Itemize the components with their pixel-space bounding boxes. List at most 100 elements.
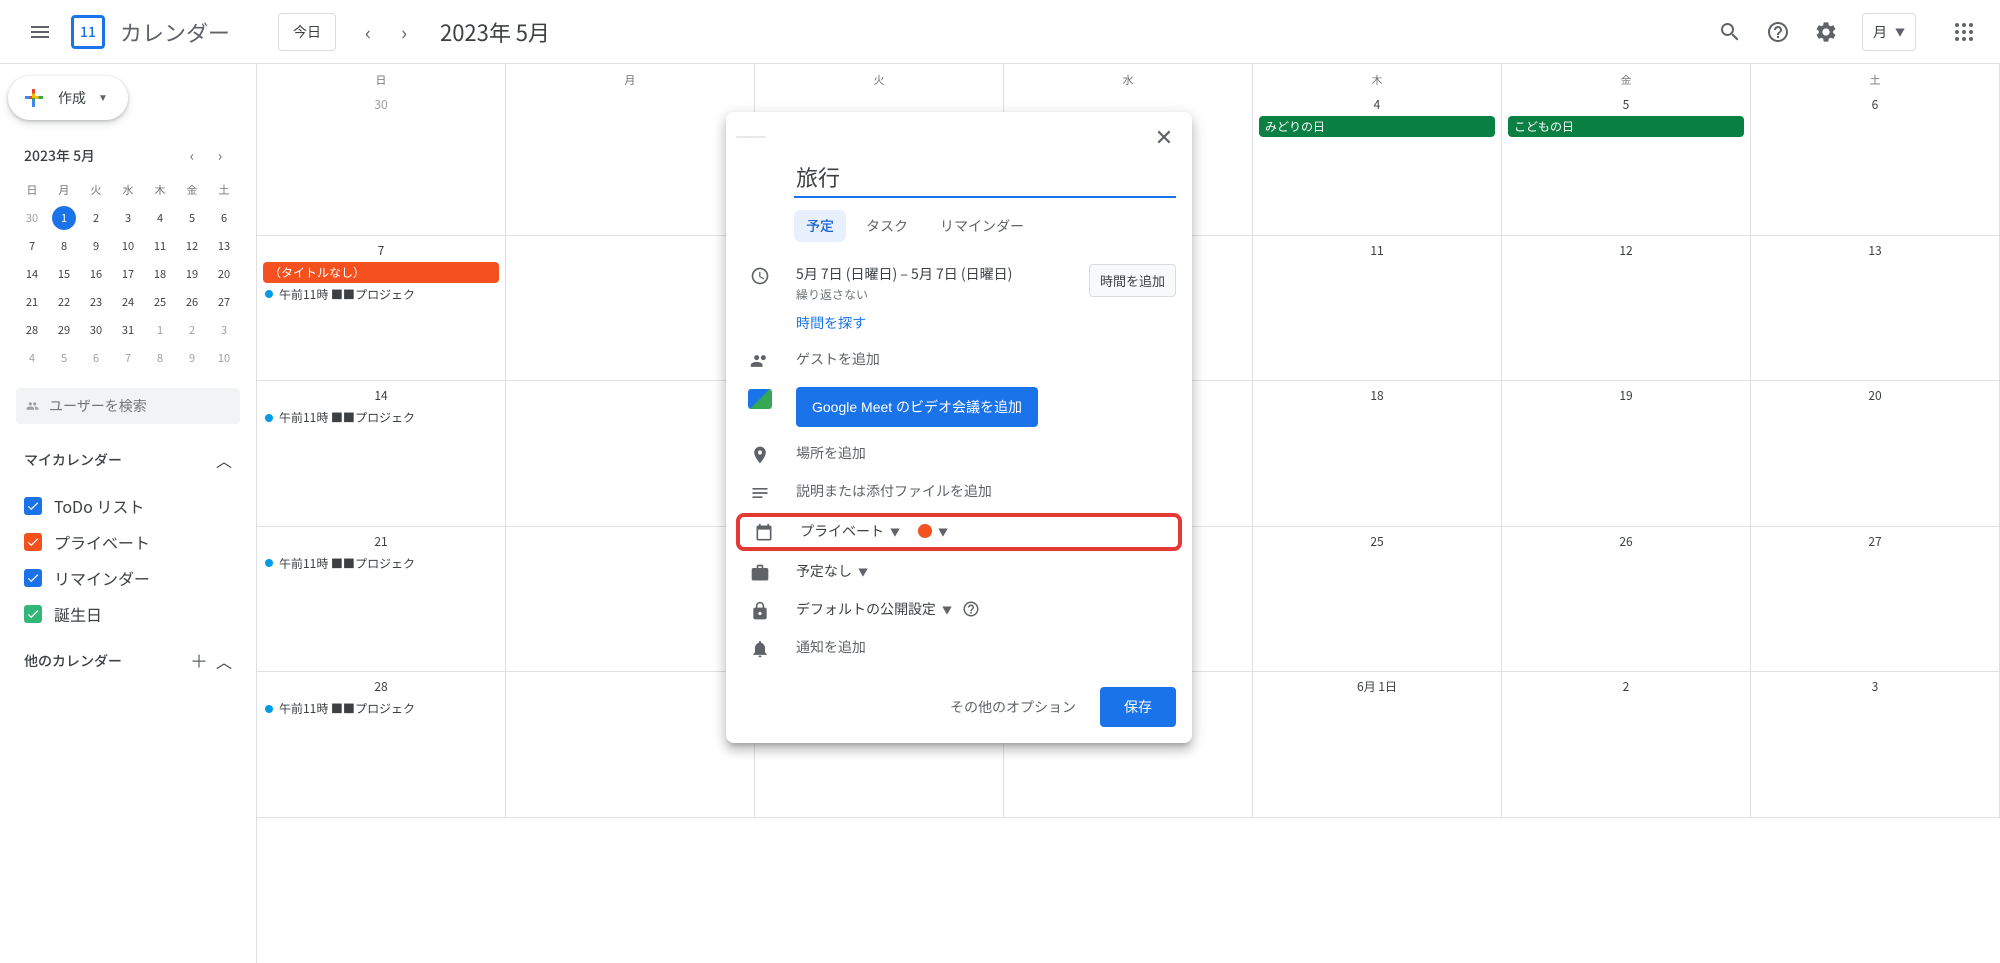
day-cell[interactable] [506, 381, 755, 527]
day-cell[interactable]: 19 [1502, 381, 1751, 527]
today-button[interactable]: 今日 [278, 13, 336, 51]
mini-cal-day[interactable]: 22 [48, 288, 80, 316]
add-calendar-icon[interactable]: ＋ [190, 648, 208, 674]
mini-cal-day[interactable]: 5 [176, 204, 208, 232]
next-month-button[interactable]: › [388, 16, 420, 48]
mini-cal-day[interactable]: 6 [80, 344, 112, 372]
day-cell[interactable] [506, 527, 755, 673]
mini-cal-day[interactable]: 5 [48, 344, 80, 372]
mini-cal-day[interactable]: 3 [112, 204, 144, 232]
mini-cal-day[interactable]: 13 [208, 232, 240, 260]
day-cell[interactable] [506, 90, 755, 236]
mini-cal-day[interactable]: 8 [48, 232, 80, 260]
mini-cal-day[interactable]: 7 [112, 344, 144, 372]
search-users[interactable] [16, 388, 240, 424]
event-title-input[interactable] [794, 160, 1176, 198]
day-cell[interactable]: 20 [1751, 381, 2000, 527]
day-cell[interactable]: 14午前11時 ■■プロジェク [257, 381, 506, 527]
day-cell[interactable]: 2 [1502, 672, 1751, 818]
view-selector[interactable]: 月▼ [1862, 13, 1916, 51]
calendar-list-item[interactable]: 誕生日 [16, 596, 240, 632]
event-item[interactable]: 午前11時 ■■プロジェク [263, 554, 499, 573]
mini-cal-day[interactable]: 10 [208, 344, 240, 372]
day-cell[interactable]: 18 [1253, 381, 1502, 527]
day-cell[interactable]: 6 [1751, 90, 2000, 236]
mini-cal-day[interactable]: 15 [48, 260, 80, 288]
mini-cal-day[interactable]: 17 [112, 260, 144, 288]
mini-cal-day[interactable]: 26 [176, 288, 208, 316]
mini-cal-day[interactable]: 18 [144, 260, 176, 288]
event-type-tab[interactable]: リマインダー [928, 210, 1036, 242]
mini-cal-day[interactable]: 3 [208, 316, 240, 344]
date-range-text[interactable]: 5月 7日 (日曜日) – 5月 7日 (日曜日) [796, 264, 1012, 284]
search-users-input[interactable] [49, 398, 230, 414]
mini-cal-day[interactable]: 4 [144, 204, 176, 232]
checkbox-icon[interactable] [24, 533, 42, 551]
event-item[interactable]: 午前11時 ■■プロジェク [263, 408, 499, 427]
find-time-link[interactable]: 時間を探す [796, 313, 866, 333]
calendar-select[interactable]: プライベート▼ [800, 521, 900, 541]
mini-cal-day[interactable]: 29 [48, 316, 80, 344]
mini-cal-day[interactable]: 1 [52, 206, 76, 230]
mini-cal-day[interactable]: 7 [16, 232, 48, 260]
mini-cal-day[interactable]: 19 [176, 260, 208, 288]
close-button[interactable]: ✕ [1146, 118, 1182, 154]
other-calendars-toggle[interactable]: 他のカレンダー ＋ ︿ [16, 640, 240, 682]
mini-cal-next[interactable]: › [208, 144, 232, 168]
add-guests-field[interactable]: ゲストを追加 [796, 349, 1176, 369]
day-cell[interactable]: 7（タイトルなし）午前11時 ■■プロジェク [257, 236, 506, 382]
main-menu-button[interactable] [16, 8, 64, 56]
day-cell[interactable]: 30 [257, 90, 506, 236]
help-icon[interactable] [962, 600, 980, 618]
help-icon[interactable] [1758, 12, 1798, 52]
mini-cal-day[interactable]: 24 [112, 288, 144, 316]
event-item[interactable]: 午前11時 ■■プロジェク [263, 285, 499, 304]
mini-cal-day[interactable]: 14 [16, 260, 48, 288]
day-cell[interactable]: 6月 1日 [1253, 672, 1502, 818]
mini-cal-day[interactable]: 2 [176, 316, 208, 344]
availability-select[interactable]: 予定なし▼ [796, 561, 1176, 581]
settings-icon[interactable] [1806, 12, 1846, 52]
mini-cal-day[interactable]: 10 [112, 232, 144, 260]
mini-cal-day[interactable]: 12 [176, 232, 208, 260]
event-chip[interactable]: （タイトルなし） [263, 262, 499, 283]
mini-cal-day[interactable]: 11 [144, 232, 176, 260]
mini-cal-day[interactable]: 6 [208, 204, 240, 232]
calendar-list-item[interactable]: リマインダー [16, 560, 240, 596]
event-chip[interactable]: こどもの日 [1508, 116, 1744, 137]
day-cell[interactable]: 27 [1751, 527, 2000, 673]
mini-cal-prev[interactable]: ‹ [180, 144, 204, 168]
checkbox-icon[interactable] [24, 605, 42, 623]
add-notification-field[interactable]: 通知を追加 [796, 637, 1176, 657]
mini-cal-day[interactable]: 31 [112, 316, 144, 344]
day-cell[interactable]: 11 [1253, 236, 1502, 382]
event-item[interactable]: 午前11時 ■■プロジェク [263, 699, 499, 718]
mini-cal-day[interactable]: 16 [80, 260, 112, 288]
event-type-tab[interactable]: 予定 [794, 210, 846, 242]
mini-cal-day[interactable]: 25 [144, 288, 176, 316]
calendar-list-item[interactable]: プライベート [16, 524, 240, 560]
add-time-button[interactable]: 時間を追加 [1089, 264, 1176, 297]
add-location-field[interactable]: 場所を追加 [796, 443, 1176, 463]
day-cell[interactable]: 4みどりの日 [1253, 90, 1502, 236]
mini-cal-day[interactable]: 9 [176, 344, 208, 372]
mini-cal-day[interactable]: 20 [208, 260, 240, 288]
my-calendars-toggle[interactable]: マイカレンダー ︿ [16, 440, 240, 480]
day-cell[interactable]: 25 [1253, 527, 1502, 673]
search-icon[interactable] [1710, 12, 1750, 52]
mini-cal-day[interactable]: 1 [144, 316, 176, 344]
mini-cal-day[interactable]: 8 [144, 344, 176, 372]
mini-cal-day[interactable]: 30 [80, 316, 112, 344]
event-chip[interactable]: みどりの日 [1259, 116, 1495, 137]
create-button[interactable]: 作成 ▼ [8, 76, 128, 120]
mini-cal-day[interactable]: 9 [80, 232, 112, 260]
checkbox-icon[interactable] [24, 497, 42, 515]
day-cell[interactable]: 3 [1751, 672, 2000, 818]
mini-cal-day[interactable]: 30 [16, 204, 48, 232]
checkbox-icon[interactable] [24, 569, 42, 587]
day-cell[interactable]: 26 [1502, 527, 1751, 673]
visibility-select[interactable]: デフォルトの公開設定▼ [796, 599, 952, 619]
mini-cal-day[interactable]: 4 [16, 344, 48, 372]
day-cell[interactable]: 13 [1751, 236, 2000, 382]
mini-cal-day[interactable]: 27 [208, 288, 240, 316]
